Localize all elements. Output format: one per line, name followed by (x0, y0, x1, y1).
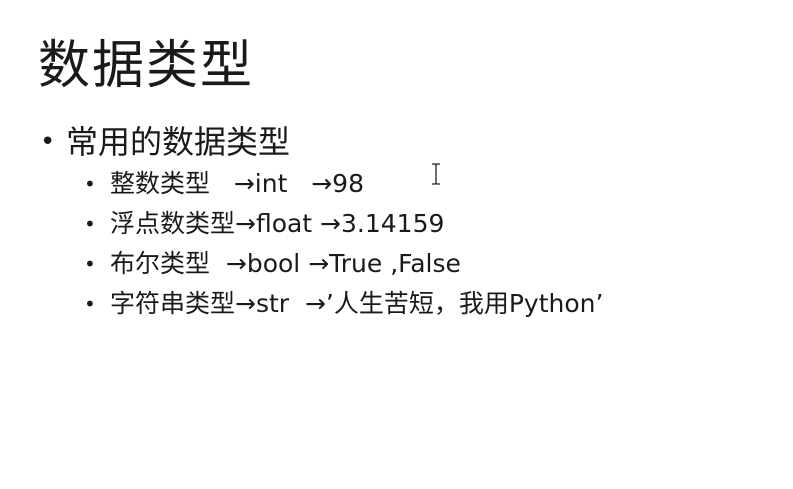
list-item-text: 布尔类型 →bool →True ,False (110, 249, 461, 278)
bullet-dot-icon: • (84, 172, 96, 196)
list-item: • 布尔类型 →bool →True ,False (84, 244, 764, 284)
text-cursor-icon (432, 163, 440, 185)
list-item-text: 字符串类型→str →’人生苦短，我用Python’ (110, 289, 604, 318)
bullet-dot-icon: • (84, 292, 96, 316)
main-bullet-text: 常用的数据类型 (66, 123, 291, 161)
slide-title: 数据类型 (38, 36, 255, 96)
slide: 数据类型 • 常用的数据类型 • 整数类型 →int →98 • 浮点数类型→f… (0, 0, 793, 489)
sub-bullet-list: • 整数类型 →int →98 • 浮点数类型→float →3.14159 •… (84, 164, 764, 324)
bullet-dot-icon: • (40, 127, 56, 157)
bullet-dot-icon: • (84, 252, 96, 276)
list-item: • 浮点数类型→float →3.14159 (84, 204, 764, 244)
list-item: • 字符串类型→str →’人生苦短，我用Python’ (84, 284, 764, 324)
list-item: • 整数类型 →int →98 (84, 164, 764, 204)
list-item-text: 浮点数类型→float →3.14159 (110, 209, 445, 238)
bullet-dot-icon: • (84, 212, 96, 236)
list-item-text: 整数类型 →int →98 (110, 169, 364, 198)
